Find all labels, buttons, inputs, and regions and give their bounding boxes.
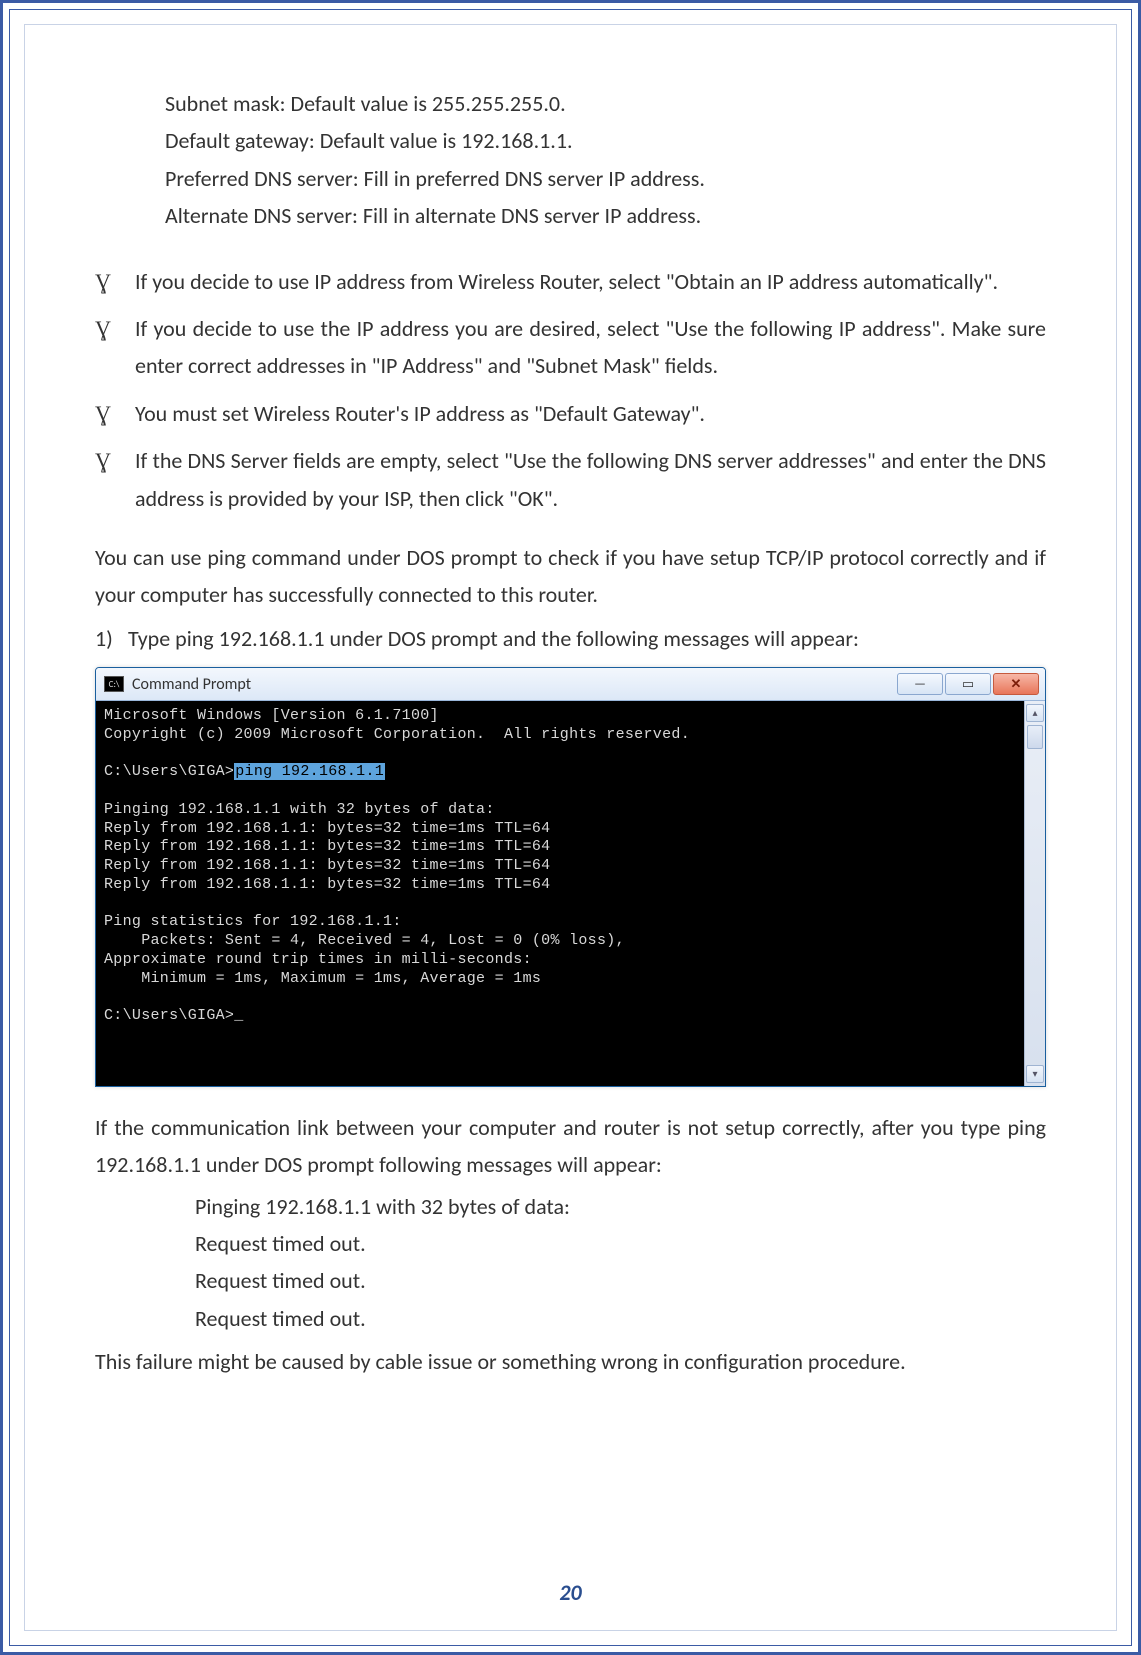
bullet-text: If you decide to use the IP address you … (135, 315, 1046, 379)
bullet-text: If you decide to use IP address from Wir… (135, 268, 998, 295)
cmd-line: Approximate round trip times in milli-se… (104, 951, 532, 968)
maximize-button[interactable]: ▭ (945, 673, 991, 695)
window-title: Command Prompt (132, 675, 897, 694)
content-frame: Subnet mask: Default value is 255.255.25… (24, 24, 1117, 1631)
cmd-line: Pinging 192.168.1.1 with 32 bytes of dat… (104, 801, 495, 818)
intro-line: Subnet mask: Default value is 255.255.25… (165, 85, 1046, 122)
bullet-list: Ɣ If you decide to use IP address from W… (95, 263, 1046, 517)
cmd-line: Ping statistics for 192.168.1.1: (104, 913, 402, 930)
cmd-output[interactable]: Microsoft Windows [Version 6.1.7100] Cop… (96, 701, 1024, 1086)
cmd-idle-prompt: C:\Users\GIGA>_ (104, 1007, 244, 1024)
close-button[interactable]: ✕ (993, 673, 1039, 695)
page-number: 20 (25, 1579, 1116, 1606)
cmd-icon: C:\ (104, 676, 124, 692)
bullet-item: Ɣ If you decide to use IP address from W… (95, 263, 1046, 300)
cmd-line: Reply from 192.168.1.1: bytes=32 time=1m… (104, 876, 550, 893)
fail-line: Pinging 192.168.1.1 with 32 bytes of dat… (195, 1188, 1046, 1225)
cmd-line: Minimum = 1ms, Maximum = 1ms, Average = … (104, 970, 541, 987)
cmd-line: Packets: Sent = 4, Received = 4, Lost = … (104, 932, 625, 949)
minimize-button[interactable]: — (897, 673, 943, 695)
bullet-text: You must set Wireless Router's IP addres… (135, 400, 705, 427)
cmd-line: Copyright (c) 2009 Microsoft Corporation… (104, 726, 690, 743)
fail-block: Pinging 192.168.1.1 with 32 bytes of dat… (195, 1188, 1046, 1338)
cmd-line: Reply from 192.168.1.1: bytes=32 time=1m… (104, 838, 550, 855)
cmd-line: Reply from 192.168.1.1: bytes=32 time=1m… (104, 820, 550, 837)
cmd-line: Reply from 192.168.1.1: bytes=32 time=1m… (104, 857, 550, 874)
scroll-up-icon[interactable]: ▴ (1026, 704, 1044, 722)
bullet-item: Ɣ If you decide to use the IP address yo… (95, 310, 1046, 385)
step-number: 1) (95, 620, 123, 657)
step-text: Type ping 192.168.1.1 under DOS prompt a… (128, 625, 859, 652)
cmd-typed-command: ping 192.168.1.1 (234, 763, 385, 780)
fail-intro: If the communication link between your c… (95, 1109, 1046, 1184)
cmd-body-wrap: Microsoft Windows [Version 6.1.7100] Cop… (96, 701, 1045, 1086)
bullet-item: Ɣ You must set Wireless Router's IP addr… (95, 395, 1046, 432)
cmd-line: Microsoft Windows [Version 6.1.7100] (104, 707, 439, 724)
ping-intro: You can use ping command under DOS promp… (95, 539, 1046, 614)
step-1: 1) Type ping 192.168.1.1 under DOS promp… (95, 620, 1046, 657)
scrollbar[interactable]: ▴ ▾ (1024, 701, 1045, 1086)
intro-block: Subnet mask: Default value is 255.255.25… (165, 85, 1046, 235)
cmd-prompt: C:\Users\GIGA> (104, 763, 234, 780)
intro-line: Alternate DNS server: Fill in alternate … (165, 197, 1046, 234)
fail-line: Request timed out. (195, 1225, 1046, 1262)
window-buttons: — ▭ ✕ (897, 673, 1039, 695)
document-page: Subnet mask: Default value is 255.255.25… (0, 0, 1141, 1655)
bullet-icon: Ɣ (95, 442, 111, 479)
intro-line: Preferred DNS server: Fill in preferred … (165, 160, 1046, 197)
bullet-icon: Ɣ (95, 310, 111, 347)
bullet-icon: Ɣ (95, 263, 111, 300)
fail-line: Request timed out. (195, 1262, 1046, 1299)
bullet-item: Ɣ If the DNS Server fields are empty, se… (95, 442, 1046, 517)
outer-frame: Subnet mask: Default value is 255.255.25… (9, 9, 1132, 1646)
fail-note: This failure might be caused by cable is… (95, 1343, 1046, 1380)
fail-line: Request timed out. (195, 1300, 1046, 1337)
bullet-icon: Ɣ (95, 395, 111, 432)
intro-line: Default gateway: Default value is 192.16… (165, 122, 1046, 159)
command-prompt-window: C:\ Command Prompt — ▭ ✕ Microsoft Windo… (95, 667, 1046, 1087)
bullet-text: If the DNS Server fields are empty, sele… (135, 447, 1046, 511)
window-titlebar[interactable]: C:\ Command Prompt — ▭ ✕ (96, 668, 1045, 701)
scroll-down-icon[interactable]: ▾ (1026, 1065, 1044, 1083)
scroll-thumb[interactable] (1027, 725, 1043, 749)
